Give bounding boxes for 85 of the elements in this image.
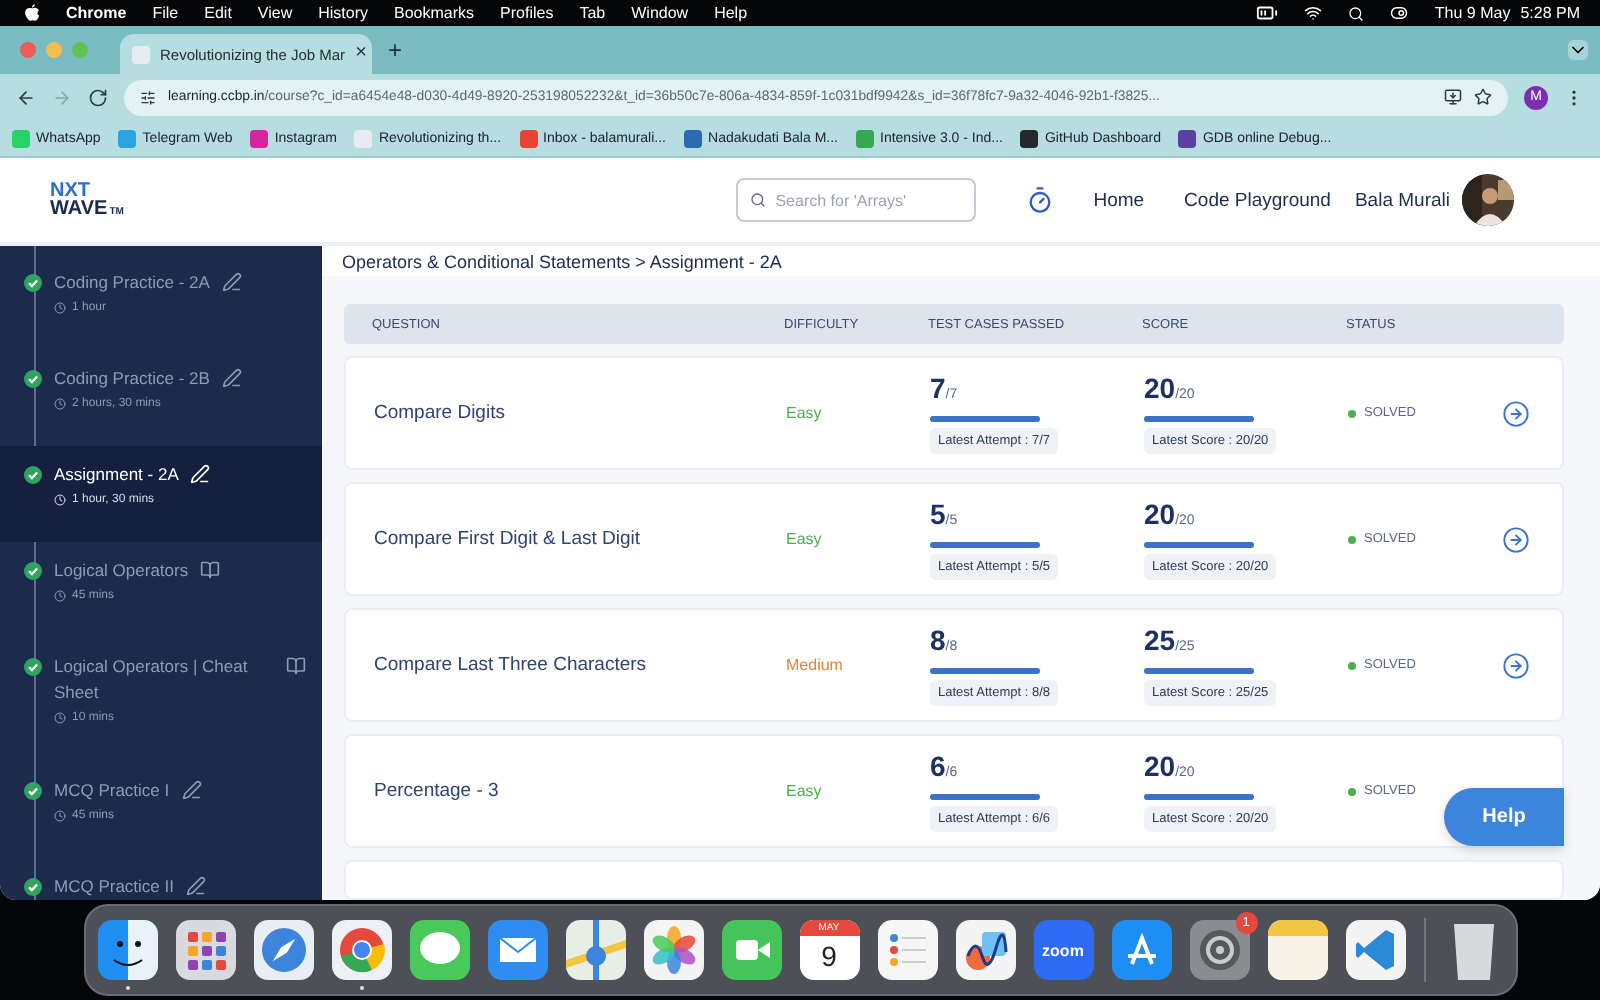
logo-text: NXT bbox=[50, 182, 90, 200]
zoom-light bbox=[72, 42, 88, 58]
pencil-icon bbox=[190, 464, 211, 484]
site-settings-icon bbox=[140, 89, 156, 105]
item-title: Logical Operators | Cheat Sheet bbox=[54, 654, 250, 706]
clock-icon bbox=[54, 712, 66, 724]
clock-icon bbox=[54, 810, 66, 822]
difficulty: Easy bbox=[786, 404, 824, 422]
menu-time: 5:28 PM bbox=[1520, 4, 1580, 22]
compass-icon[interactable] bbox=[253, 920, 313, 980]
reload-icon[interactable] bbox=[88, 87, 108, 107]
book-icon bbox=[200, 560, 221, 580]
stopwatch-icon[interactable] bbox=[1025, 186, 1054, 214]
menu-item[interactable]: Profiles bbox=[500, 4, 554, 22]
help-button[interactable]: Help bbox=[1444, 788, 1564, 846]
calendar-day: 9 bbox=[821, 936, 837, 980]
search-field[interactable]: Search for 'Arrays' bbox=[735, 178, 976, 222]
search-icon bbox=[749, 192, 766, 208]
install-icon[interactable] bbox=[1444, 88, 1462, 106]
sidebar-item[interactable]: MCQ Practice II bbox=[0, 858, 322, 900]
pencil-icon bbox=[221, 368, 242, 388]
tab-close[interactable]: × bbox=[355, 44, 367, 64]
pencil-icon bbox=[221, 272, 242, 292]
logo-text: WAVE bbox=[50, 200, 108, 218]
clock-icon bbox=[54, 302, 66, 314]
pencil-icon bbox=[181, 780, 202, 800]
close-light bbox=[20, 42, 36, 58]
menu-item[interactable]: Bookmarks bbox=[394, 4, 475, 22]
ring-icon[interactable] bbox=[331, 920, 391, 980]
toggle-icon bbox=[1390, 4, 1409, 22]
star-icon[interactable] bbox=[1474, 88, 1492, 106]
item-title: MCQ Practice I bbox=[54, 778, 170, 804]
minimize-light bbox=[46, 42, 62, 58]
scribble-icon[interactable] bbox=[955, 920, 1015, 980]
app-tile[interactable]: zoom bbox=[1033, 920, 1093, 980]
item-title: MCQ Practice II bbox=[54, 874, 174, 900]
speech-bubble-icon[interactable] bbox=[409, 920, 469, 980]
apple-icon bbox=[24, 4, 40, 22]
list-icon[interactable] bbox=[877, 920, 937, 980]
menu-app-name: Chrome bbox=[66, 4, 127, 22]
menu-item[interactable]: Tab bbox=[579, 4, 606, 22]
user-name: Bala Murali bbox=[1354, 189, 1450, 211]
menu-item[interactable]: Window bbox=[631, 4, 689, 22]
back-icon[interactable] bbox=[16, 87, 36, 107]
clock-icon bbox=[54, 494, 66, 506]
letter-a-icon[interactable] bbox=[1111, 920, 1171, 980]
search-icon bbox=[1348, 5, 1365, 21]
clock-icon bbox=[54, 398, 66, 410]
difficulty: Easy bbox=[786, 530, 824, 548]
envelope-icon[interactable] bbox=[487, 920, 547, 980]
video-camera-icon[interactable] bbox=[721, 920, 781, 980]
map-icon[interactable] bbox=[565, 920, 625, 980]
breadcrumb: Operators & Conditional Statements > Assignment - 2A bbox=[322, 246, 1600, 276]
menu-item[interactable]: Edit bbox=[204, 4, 232, 22]
difficulty: Easy bbox=[786, 782, 824, 800]
notepad-icon[interactable] bbox=[1267, 920, 1327, 980]
gear-icon[interactable] bbox=[1189, 920, 1249, 980]
menu-item[interactable]: History bbox=[318, 4, 369, 22]
question-title: Compare First Digit & Last Digit bbox=[374, 528, 643, 550]
book-icon bbox=[286, 656, 306, 676]
menu-item[interactable]: File bbox=[152, 4, 179, 22]
item-title: Logical Operators bbox=[54, 558, 189, 584]
menu-item[interactable]: Help bbox=[714, 4, 748, 22]
wifi-icon bbox=[1304, 4, 1323, 22]
menu-item[interactable]: View bbox=[257, 4, 293, 22]
chevron-down-icon[interactable] bbox=[1568, 40, 1588, 60]
favicon bbox=[132, 45, 150, 63]
face-icon[interactable] bbox=[97, 920, 157, 980]
new-tab-button[interactable]: + bbox=[388, 38, 403, 62]
ribbon-icon[interactable] bbox=[1345, 920, 1405, 980]
item-title: Assignment - 2A bbox=[54, 462, 179, 488]
grid-icon[interactable] bbox=[175, 920, 235, 980]
nav-link[interactable]: Home bbox=[1093, 189, 1145, 211]
question-title: Compare Last Three Characters bbox=[374, 654, 649, 676]
question-title: Compare Digits bbox=[374, 402, 507, 424]
item-title: Coding Practice - 2B bbox=[54, 366, 210, 392]
menu-date: Thu 9 May bbox=[1434, 4, 1511, 22]
battery-icon bbox=[1256, 2, 1279, 24]
flower-icon[interactable] bbox=[643, 920, 703, 980]
question-title: Percentage - 3 bbox=[374, 780, 501, 802]
item-title: Coding Practice - 2A bbox=[54, 270, 210, 296]
pencil-icon bbox=[185, 876, 206, 896]
nav-link[interactable]: Code Playground bbox=[1184, 189, 1331, 211]
difficulty: Medium bbox=[786, 656, 845, 674]
clock-icon bbox=[54, 590, 66, 602]
